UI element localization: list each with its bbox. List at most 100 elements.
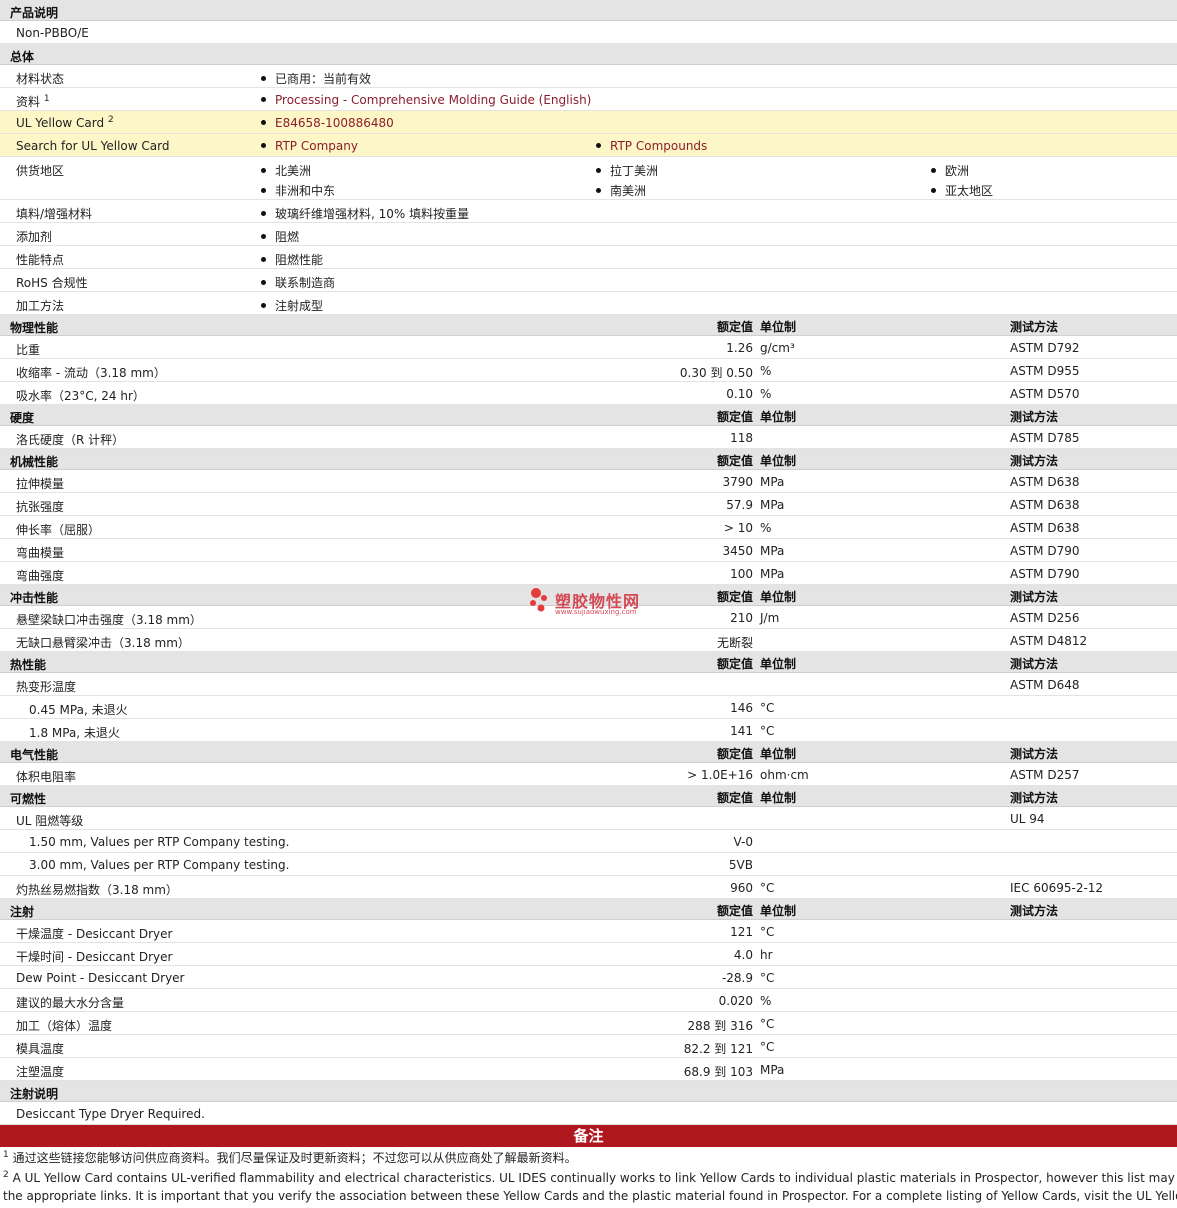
property-label: UL 阻燃等级 — [16, 814, 84, 828]
property-unit: ohm·cm — [760, 768, 809, 782]
property-unit: % — [760, 364, 772, 378]
bullet-icon — [596, 143, 601, 148]
col-header-nominal: 额定值 — [716, 747, 753, 761]
property-unit: MPa — [760, 1063, 785, 1077]
footnote-ref[interactable]: 2 — [108, 115, 114, 125]
general-row-feature: 性能特点 阻燃性能 — [0, 246, 1177, 269]
property-label: 比重 — [16, 343, 41, 357]
property-label: 悬壁梁缺口冲击强度（3.18 mm） — [16, 613, 202, 627]
table-row: 干燥时间 - Desiccant Dryer 4.0 hr — [0, 943, 1177, 966]
section-title: 总体 — [10, 50, 35, 64]
col-header-nominal: 额定值 — [716, 590, 753, 604]
watermark-url: www.sujiaowuxing.com — [555, 608, 637, 616]
property-sections: 物理性能 额定值 单位制 测试方法 比重 1.26 g/cm³ ASTM D792 收缩率 - … — [0, 315, 1177, 1081]
test-method: ASTM D792 — [1010, 341, 1080, 355]
section-header-thermal: 热性能 额定值 单位制 测试方法 — [0, 652, 1177, 673]
test-method: ASTM D785 — [1010, 431, 1080, 445]
property-label: 3.00 mm, Values per RTP Company testing. — [29, 858, 290, 872]
table-row: 伸长率（屈服） > 10% ASTM D638 — [0, 516, 1177, 539]
col-header-test: 测试方法 — [1010, 904, 1059, 918]
property-label: 收缩率 - 流动（3.18 mm） — [16, 366, 166, 380]
ul-card-link[interactable]: E84658-100886480 — [275, 116, 394, 130]
section-title: 电气性能 — [10, 748, 59, 762]
property-unit: °C — [760, 1040, 775, 1054]
property-value: 121 — [730, 925, 753, 939]
section-title: 机械性能 — [10, 455, 59, 469]
property-value: -28.9 — [721, 971, 753, 985]
col-header-unit: 单位制 — [760, 904, 797, 918]
bullet-item: 联系制造商 — [261, 274, 335, 291]
general-row-rohs: RoHS 合规性 联系制造商 — [0, 269, 1177, 292]
property-value: 3790 — [722, 475, 753, 489]
table-row: UL 阻燃等级 UL 94 — [0, 807, 1177, 830]
section-title: 注射说明 — [10, 1087, 59, 1101]
col-header-nominal: 额定值 — [716, 454, 753, 468]
col-header-nominal: 额定值 — [716, 791, 753, 805]
property-value: 210 — [730, 611, 753, 625]
property-unit: MPa — [760, 567, 785, 581]
property-value: 0.020 — [718, 994, 753, 1008]
property-value: 100 — [730, 567, 753, 581]
row-label: 性能特点 — [16, 253, 65, 267]
table-row: 洛氏硬度（R 计秤） 118 ASTM D785 — [0, 426, 1177, 449]
table-row: 3.00 mm, Values per RTP Company testing.… — [0, 853, 1177, 876]
bullet-icon — [261, 211, 266, 216]
description-text: Non-PBBO/E — [16, 26, 89, 40]
property-value: 0.30 到 0.50 — [679, 366, 753, 380]
table-row: 无缺口悬臂梁冲击（3.18 mm） 无断裂 ASTM D4812 — [0, 629, 1177, 652]
rtp-compounds-link[interactable]: RTP Compounds — [610, 139, 707, 153]
section-title: 产品说明 — [10, 6, 59, 20]
property-unit: °C — [760, 971, 775, 985]
property-unit: % — [760, 521, 772, 535]
section-header-injection-notes: 注射说明 — [0, 1081, 1177, 1102]
section-header-description: 产品说明 — [0, 0, 1177, 21]
property-label: 1.8 MPa, 未退火 — [29, 726, 120, 740]
section-header-electrical: 电气性能 额定值 单位制 测试方法 — [0, 742, 1177, 763]
test-method: ASTM D790 — [1010, 544, 1080, 558]
table-row: 灼热丝易燃指数（3.18 mm） 960 °C IEC 60695-2-12 — [0, 876, 1177, 899]
test-method: ASTM D648 — [1010, 678, 1080, 692]
bullet-icon — [261, 120, 266, 125]
col-header-unit: 单位制 — [760, 747, 797, 761]
section-header-mechanical: 机械性能 额定值 单位制 测试方法 — [0, 449, 1177, 470]
property-label: 0.45 MPa, 未退火 — [29, 703, 128, 717]
bullet-icon — [261, 143, 266, 148]
table-row: 加工（熔体）温度 288 到 316 °C — [0, 1012, 1177, 1035]
bullet-icon — [261, 188, 266, 193]
row-label: 材料状态 — [16, 72, 65, 86]
property-label: Dew Point - Desiccant Dryer — [16, 971, 185, 985]
property-unit: hr — [760, 948, 773, 962]
row-label: RoHS 合规性 — [16, 276, 88, 290]
footnote-ref[interactable]: 1 — [44, 94, 50, 104]
watermark: 塑胶物性网 www.sujiaowuxing.com — [527, 586, 667, 622]
general-row-search: Search for UL Yellow Card RTP Company RT… — [0, 134, 1177, 157]
section-header-flammability: 可燃性 额定值 单位制 测试方法 — [0, 786, 1177, 807]
section-title: 硬度 — [10, 411, 35, 425]
property-unit: g/cm³ — [760, 341, 795, 355]
property-unit: °C — [760, 925, 775, 939]
col-header-test: 测试方法 — [1010, 747, 1059, 761]
property-value: 82.2 到 121 — [683, 1042, 753, 1056]
bullet-icon — [931, 168, 936, 173]
general-row-additive: 添加剂 阻燃 — [0, 223, 1177, 246]
molding-guide-link[interactable]: Processing - Comprehensive Molding Guide… — [275, 93, 591, 107]
col-header-nominal: 额定值 — [716, 657, 753, 671]
col-header-unit: 单位制 — [760, 320, 797, 334]
test-method: ASTM D955 — [1010, 364, 1080, 378]
property-unit: J/m — [760, 611, 780, 625]
table-row: 0.45 MPa, 未退火 146 °C — [0, 696, 1177, 719]
col-header-test: 测试方法 — [1010, 791, 1059, 805]
region-item: 拉丁美洲 — [596, 162, 658, 179]
rtp-company-link[interactable]: RTP Company — [275, 139, 358, 153]
bullet-icon — [596, 168, 601, 173]
col-header-unit: 单位制 — [760, 410, 797, 424]
row-label: 添加剂 — [16, 230, 53, 244]
region-item: 南美洲 — [596, 182, 646, 199]
property-value: 57.9 — [726, 498, 753, 512]
region-item: 亚太地区 — [931, 182, 993, 199]
property-unit: MPa — [760, 475, 785, 489]
property-label: 建议的最大水分含量 — [16, 996, 125, 1010]
bullet-item: 已商用：当前有效 — [261, 70, 371, 87]
bullet-icon — [261, 280, 266, 285]
property-value: > 1.0E+16 — [687, 768, 753, 782]
